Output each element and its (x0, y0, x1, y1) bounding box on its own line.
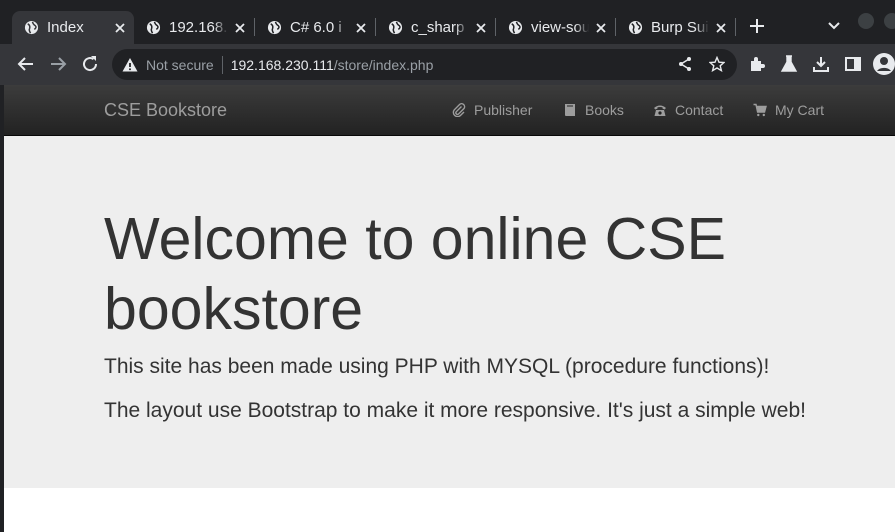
warning-triangle-icon[interactable] (122, 57, 138, 73)
bookmark-star-icon[interactable] (709, 56, 725, 72)
close-icon[interactable] (595, 22, 607, 34)
nav-label: Contact (675, 102, 724, 118)
forward-arrow-icon[interactable] (49, 55, 67, 73)
cart-icon (753, 103, 767, 117)
close-icon[interactable] (715, 22, 727, 34)
globe-icon (146, 20, 161, 35)
site-navbar: CSE Bookstore Publisher Books Contact My… (4, 85, 895, 136)
window-minimize-button[interactable] (858, 13, 874, 29)
intro-paragraph-1: This site has been made using PHP with M… (104, 355, 770, 378)
nav-link-contact[interactable]: Contact (653, 101, 723, 119)
not-secure-label: Not secure (146, 56, 214, 73)
side-panel-icon[interactable] (844, 55, 862, 73)
tab-c-sharp[interactable]: c_sharp (376, 11, 495, 44)
tab-csharp-6[interactable]: C# 6.0 i (255, 11, 375, 44)
address-divider (221, 55, 223, 74)
back-arrow-icon[interactable] (17, 55, 35, 73)
close-icon[interactable] (475, 22, 487, 34)
labs-flask-icon[interactable] (780, 55, 798, 73)
tab-title: c_sharp (411, 19, 469, 36)
tab-separator (735, 18, 736, 36)
new-tab-plus-icon[interactable] (748, 17, 766, 35)
chevron-down-icon[interactable] (828, 21, 840, 31)
book-icon (565, 104, 575, 116)
profile-avatar-icon[interactable] (873, 53, 895, 75)
extensions-puzzle-icon[interactable] (748, 55, 766, 73)
tab-192-168[interactable]: 192.168. (134, 11, 254, 44)
download-icon[interactable] (812, 55, 830, 73)
nav-link-my-cart[interactable]: My Cart (753, 101, 824, 119)
close-icon[interactable] (114, 22, 126, 34)
tab-burp-suite[interactable]: Burp Sui (616, 11, 735, 44)
share-icon[interactable] (677, 56, 693, 72)
tab-title: Index (47, 19, 84, 36)
intro-paragraph-2: The layout use Bootstrap to make it more… (104, 399, 806, 422)
tab-title: Burp Sui (651, 19, 709, 36)
window-maximize-button[interactable] (884, 13, 895, 29)
tab-title: C# 6.0 i (290, 19, 349, 36)
nav-link-publisher[interactable]: Publisher (452, 101, 532, 119)
close-icon[interactable] (234, 22, 246, 34)
globe-icon (267, 20, 282, 35)
nav-label: Publisher (474, 102, 533, 118)
globe-icon (628, 20, 643, 35)
tab-title: view-sou (531, 19, 589, 36)
web-page: CSE Bookstore Publisher Books Contact My… (4, 85, 895, 532)
reload-icon[interactable] (81, 55, 99, 73)
url-host: 192.168.230.111 (230, 56, 334, 73)
nav-link-books[interactable]: Books (563, 101, 624, 119)
globe-icon (388, 20, 403, 35)
nav-label: Books (585, 102, 624, 118)
phone-icon (654, 105, 666, 116)
url-path: /store/index.php (333, 56, 434, 73)
globe-icon (508, 20, 523, 35)
tab-view-source[interactable]: view-sou (496, 11, 615, 44)
close-icon[interactable] (355, 22, 367, 34)
welcome-heading: Welcome to online CSE bookstore (104, 206, 726, 342)
address-bar[interactable]: Not secure 192.168.230.111/store/index.p… (112, 49, 737, 80)
tab-index[interactable]: Index (12, 11, 134, 44)
jumbotron: Welcome to online CSE bookstore This sit… (4, 136, 895, 488)
site-brand-link[interactable]: CSE Bookstore (104, 100, 227, 121)
nav-label: My Cart (775, 102, 824, 118)
globe-icon (24, 20, 39, 35)
browser-toolbar: Not secure 192.168.230.111/store/index.p… (0, 44, 895, 85)
paperclip-icon (452, 103, 466, 117)
tab-title: 192.168. (169, 19, 228, 36)
tab-strip: Index 192.168. C# 6.0 i c_sharp view-sou… (0, 0, 895, 44)
